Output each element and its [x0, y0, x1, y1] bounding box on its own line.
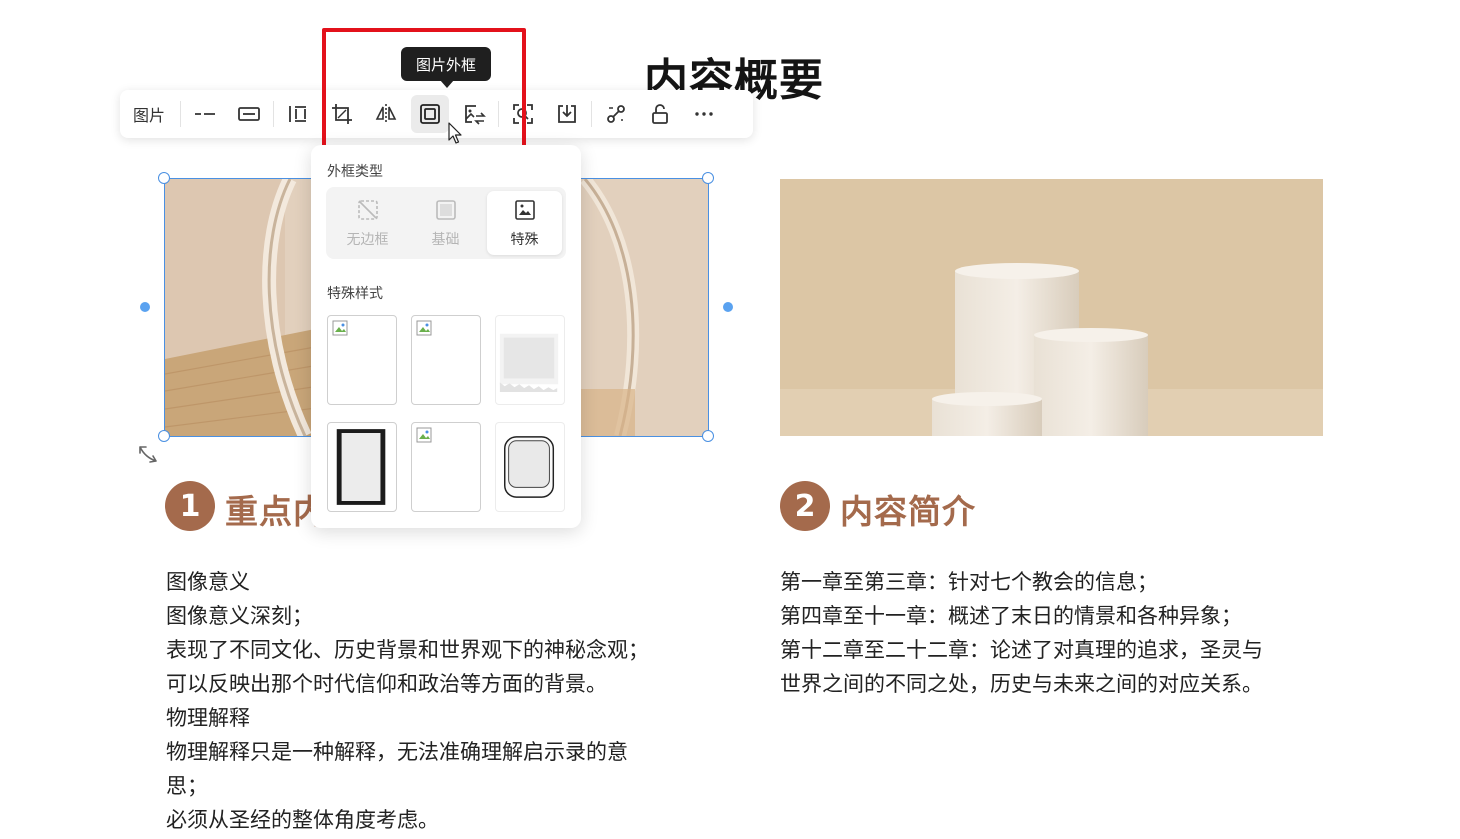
section-body: 第一章至第三章：针对七个教会的信息； 第四章至十一章：概述了末日的情景和各种异象… — [780, 565, 1263, 701]
text-line: 物理解释 — [166, 706, 250, 730]
more-icon — [695, 112, 713, 116]
resize-handle-left[interactable] — [140, 302, 150, 312]
divider — [273, 101, 274, 127]
text-line: 第十二章至二十二章：论述了对真理的追求，圣灵与 — [780, 638, 1263, 662]
section-number-badge: 1 — [165, 481, 215, 531]
line-style-icon — [195, 113, 215, 115]
basic-frame-icon — [435, 199, 456, 220]
frame-type-special[interactable]: 特殊 — [487, 191, 562, 255]
line-style-button[interactable] — [183, 94, 227, 134]
film-strip-icon — [336, 429, 386, 505]
resize-handle-top-left[interactable] — [158, 172, 170, 184]
text-line: 必须从圣经的整体角度考虑。 — [166, 808, 439, 832]
frame-style-option[interactable] — [411, 422, 481, 512]
rotate-icon[interactable] — [136, 443, 160, 467]
toolbar-label: 图片 — [132, 106, 165, 125]
section-number-badge: 2 — [780, 481, 830, 531]
frame-type-label: 外框类型 — [327, 164, 383, 180]
resize-handle-bottom-right[interactable] — [702, 430, 714, 442]
frame-panel: 外框类型 无边框 基础 特殊 特殊样式 — [311, 145, 581, 528]
align-button[interactable] — [276, 94, 320, 134]
frame-type-label: 基础 — [431, 231, 460, 248]
broken-image-icon — [416, 320, 432, 336]
broken-image-icon — [416, 427, 432, 443]
unlock-button[interactable] — [638, 94, 682, 134]
link-button[interactable] — [594, 94, 638, 134]
resize-handle-right[interactable] — [723, 302, 733, 312]
more-button[interactable] — [682, 94, 726, 134]
frame-type-label: 特殊 — [510, 231, 539, 248]
frame-type-none[interactable]: 无边框 — [330, 191, 405, 255]
align-icon — [289, 106, 306, 122]
border-style-icon — [238, 107, 260, 121]
text-line: 图像意义 — [166, 570, 250, 594]
section-title: 内容简介 — [840, 492, 976, 531]
podium-photo — [780, 179, 1323, 436]
frame-style-option[interactable] — [495, 422, 565, 512]
text-line: 表现了不同文化、历史背景和世界观下的神秘念观； — [166, 638, 649, 662]
podium-image[interactable] — [780, 179, 1323, 436]
divider — [180, 101, 181, 127]
special-frame-icon — [514, 199, 535, 220]
frame-type-basic[interactable]: 基础 — [408, 191, 483, 255]
mouse-cursor-icon — [448, 122, 462, 144]
text-line: 思； — [166, 774, 208, 798]
unlock-icon — [652, 104, 668, 124]
text-line: 可以反映出那个时代信仰和政治等方面的背景。 — [166, 672, 607, 696]
frame-style-option[interactable] — [495, 315, 565, 405]
frame-type-selector: 无边框 基础 特殊 — [326, 187, 566, 259]
frame-style-option[interactable] — [327, 315, 397, 405]
broken-image-icon — [332, 320, 348, 336]
download-button[interactable] — [545, 94, 589, 134]
frame-style-option[interactable] — [411, 315, 481, 405]
resize-handle-bottom-left[interactable] — [158, 430, 170, 442]
divider — [591, 101, 592, 127]
frame-style-option[interactable] — [327, 422, 397, 512]
section-body: 图像意义 图像意义深刻； 表现了不同文化、历史背景和世界观下的神秘念观； 可以反… — [166, 565, 649, 837]
text-line: 世界之间的不同之处，历史与未来之间的对应关系。 — [780, 672, 1263, 696]
download-icon — [558, 105, 576, 123]
rounded-frame-icon — [504, 436, 555, 498]
highlight-box — [322, 28, 526, 157]
frame-type-label: 无边框 — [346, 231, 389, 248]
text-line: 第四章至十一章：概述了末日的情景和各种异象； — [780, 604, 1242, 628]
resize-handle-top-right[interactable] — [702, 172, 714, 184]
text-line: 图像意义深刻； — [166, 604, 313, 628]
no-border-icon — [357, 199, 378, 220]
link-icon — [607, 105, 625, 123]
text-line: 物理解释只是一种解释，无法准确理解启示录的意 — [166, 740, 628, 764]
torn-paper-icon — [499, 333, 559, 393]
special-style-label: 特殊样式 — [327, 286, 383, 302]
text-line: 第一章至第三章：针对七个教会的信息； — [780, 570, 1158, 594]
border-style-button[interactable] — [227, 94, 271, 134]
